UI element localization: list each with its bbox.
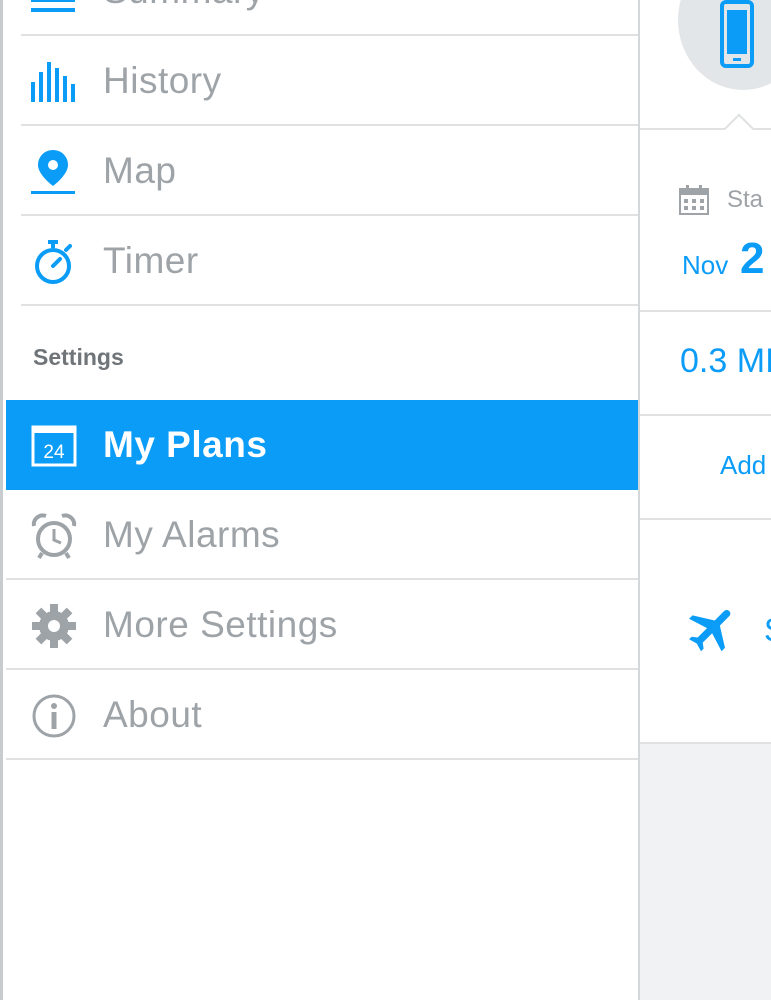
device-header	[640, 0, 771, 130]
sidebar-item-label: My Alarms	[103, 514, 281, 555]
sidebar-item-more-settings[interactable]: More Settings	[6, 580, 641, 670]
summary-bars-icon	[31, 0, 75, 12]
sidebar-item-map[interactable]: Map	[21, 126, 641, 216]
settings-section-header: Settings	[33, 344, 124, 370]
history-chart-icon	[31, 62, 75, 102]
sidebar-item-label: About	[103, 694, 203, 735]
alarm-clock-icon	[31, 513, 77, 560]
sidebar-item-timer[interactable]: Timer	[21, 216, 641, 306]
main-content-panel: Sta Nov 2 0.3 MI Add S	[638, 0, 771, 1000]
sidebar-item-history[interactable]: History	[21, 36, 641, 126]
sidebar-item-summary[interactable]: Summary	[21, 0, 641, 36]
gear-icon	[32, 604, 76, 648]
sidebar-item-label: Summary	[103, 0, 265, 12]
info-icon	[32, 694, 76, 738]
sidebar-item-my-alarms[interactable]: My Alarms	[6, 490, 641, 580]
sidebar-item-label: My Plans	[103, 424, 268, 465]
add-link[interactable]: Add	[720, 450, 766, 481]
sidebar-item-label: Map	[103, 150, 177, 191]
sidebar-item-label: More Settings	[103, 604, 338, 645]
phone-icon	[720, 0, 754, 68]
sidebar-item-my-plans[interactable]: 24 My Plans	[6, 400, 641, 490]
stopwatch-icon	[35, 240, 72, 284]
distance-value: 0.3 MI	[680, 342, 771, 380]
calendar-icon	[679, 185, 709, 215]
start-label: Sta	[727, 186, 764, 213]
start-date-card[interactable]: Sta Nov 2	[640, 130, 771, 312]
airplane-icon	[689, 609, 731, 652]
sidebar-item-label: Timer	[103, 240, 199, 281]
add-card: Add	[640, 416, 771, 520]
sidebar-item-about[interactable]: About	[6, 670, 641, 760]
travel-card[interactable]: S	[640, 520, 771, 744]
map-pin-icon	[31, 150, 75, 194]
calendar-number: 24	[43, 442, 65, 463]
start-month: Nov	[682, 250, 729, 280]
navigation-sidebar: Summary History Map Timer	[0, 0, 641, 1000]
distance-card[interactable]: 0.3 MI	[640, 312, 771, 416]
calendar-24-icon: 24	[31, 425, 77, 467]
travel-label: S	[764, 612, 771, 649]
sidebar-item-label: History	[103, 60, 222, 101]
start-day: 2	[740, 234, 765, 283]
